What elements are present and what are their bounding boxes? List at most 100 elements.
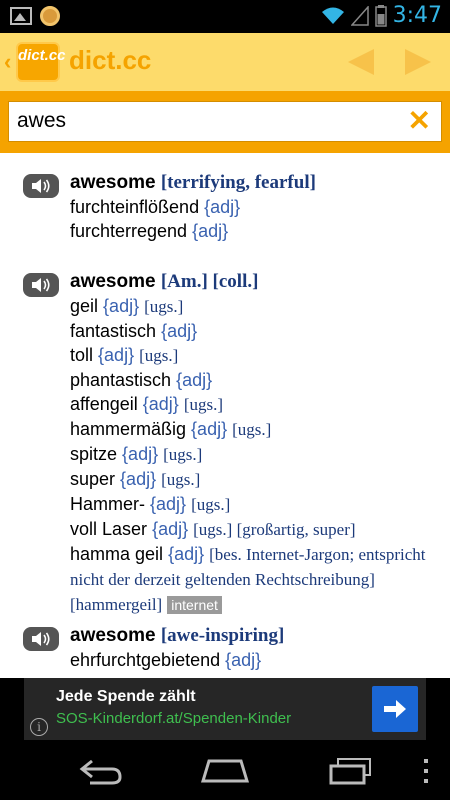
usage-note: [ugs.] [163, 445, 203, 464]
translation-word: furchteinflößend [70, 197, 200, 217]
translation-row[interactable]: geil {adj} [ugs.] [70, 294, 440, 319]
usage-note: [ugs.] [139, 346, 179, 365]
notification-icon [40, 6, 60, 26]
ad-title: Jede Spende zählt [56, 688, 196, 705]
ad-card[interactable]: Jede Spende zählt SOS-Kinderdorf.at/Spen… [24, 678, 426, 740]
speaker-button[interactable] [23, 273, 59, 297]
part-of-speech: {adj} [168, 544, 205, 564]
app-header: ‹ dict.cc dict.cc [0, 33, 450, 91]
headword-label: [Am.] [coll.] [160, 271, 259, 292]
translation-word: hamma geil [70, 544, 164, 564]
up-caret-icon[interactable]: ‹ [4, 49, 11, 75]
headword-label: [terrifying, fearful] [160, 172, 316, 193]
translation-row[interactable]: super {adj} [ugs.] [70, 467, 440, 492]
logo-text: dict.cc [18, 47, 66, 64]
translation-word: super [70, 469, 116, 489]
headword-line: awesome [awe-inspiring] [70, 624, 440, 648]
part-of-speech: {adj} [103, 296, 140, 316]
translation-row[interactable]: ehrfurchtgebietend {adj} [70, 648, 440, 672]
usage-note: [ugs.] [232, 420, 272, 439]
headword-line: awesome [terrifying, fearful] [70, 171, 440, 195]
subject-tag: internet [167, 596, 222, 614]
wifi-icon [321, 7, 344, 24]
speaker-button[interactable] [23, 627, 59, 651]
system-nav-bar [0, 740, 450, 800]
status-bar: 3:47 [0, 0, 450, 33]
search-input[interactable] [17, 109, 397, 133]
battery-icon [374, 4, 387, 27]
translation-word: furchterregend [70, 221, 188, 241]
ad-info-icon[interactable]: i [30, 718, 48, 736]
translation-word: geil [70, 296, 99, 316]
home-nav-icon[interactable] [200, 757, 250, 785]
translation-word: affengeil [70, 394, 138, 414]
part-of-speech: {adj} [98, 345, 135, 365]
app-logo[interactable]: dict.cc [16, 42, 66, 82]
translation-row[interactable]: affengeil {adj} [ugs.] [70, 392, 440, 417]
translation-word: ehrfurchtgebietend [70, 650, 221, 670]
speaker-button[interactable] [23, 174, 59, 198]
part-of-speech: {adj} [161, 321, 198, 341]
arrow-right-icon [384, 700, 406, 718]
gallery-icon [10, 7, 32, 25]
translation-word: toll [70, 345, 94, 365]
usage-note: [ugs.] [161, 470, 201, 489]
dictionary-entry[interactable]: awesome [terrifying, fearful] furchteinfl… [0, 171, 450, 243]
translation-row[interactable]: fantastisch {adj} [70, 319, 440, 343]
recent-apps-icon[interactable] [328, 757, 374, 785]
translation-word: Hammer- [70, 494, 145, 514]
next-arrow-icon[interactable] [405, 49, 431, 75]
translation-row[interactable]: phantastisch {adj} [70, 368, 440, 392]
search-bar: ✕ [0, 91, 450, 153]
translation-row[interactable]: Hammer- {adj} [ugs.] [70, 492, 440, 517]
speaker-icon [32, 179, 50, 193]
dictionary-entry[interactable]: awesome [Am.] [coll.] geil {adj} [ugs.] fa… [0, 270, 450, 617]
translation-row[interactable]: toll {adj} [ugs.] [70, 343, 440, 368]
translation-row[interactable]: furchteinflößend {adj} [70, 195, 440, 219]
ad-banner[interactable]: Jede Spende zählt SOS-Kinderdorf.at/Spen… [0, 678, 450, 740]
ad-open-button[interactable] [372, 686, 418, 732]
usage-note: [ugs.] [144, 297, 184, 316]
speaker-icon [32, 632, 50, 646]
part-of-speech: {adj} [176, 370, 213, 390]
ad-url[interactable]: SOS-Kinderdorf.at/Spenden-Kinder [56, 710, 291, 727]
part-of-speech: {adj} [152, 519, 189, 539]
signal-icon [350, 5, 369, 26]
usage-note: [ugs.] [großartig, super] [193, 520, 356, 539]
translation-row[interactable]: furchterregend {adj} [70, 219, 440, 243]
usage-note: [ugs.] [191, 495, 231, 514]
translation-word: phantastisch [70, 370, 172, 390]
translation-word: fantastisch [70, 321, 157, 341]
translation-row[interactable]: hamma geil {adj} [bes. Internet-Jargon; … [70, 542, 440, 617]
translation-row[interactable]: voll Laser {adj} [ugs.] [großartig, supe… [70, 517, 440, 542]
results-list[interactable]: awesome [terrifying, fearful] furchteinfl… [0, 153, 450, 678]
translation-row[interactable]: hammermäßig {adj} [ugs.] [70, 417, 440, 442]
part-of-speech: {adj} [122, 444, 159, 464]
translation-word: spitze [70, 444, 118, 464]
translation-row[interactable]: spitze {adj} [ugs.] [70, 442, 440, 467]
status-time: 3:47 [392, 3, 442, 28]
dictionary-entry[interactable]: awesome [awe-inspiring] ehrfurchtgebieten… [0, 624, 450, 672]
part-of-speech: {adj} [225, 650, 262, 670]
search-box: ✕ [8, 101, 442, 142]
headword: awesome [70, 625, 156, 646]
part-of-speech: {adj} [120, 469, 157, 489]
translation-word: hammermäßig [70, 419, 187, 439]
part-of-speech: {adj} [191, 419, 228, 439]
back-nav-icon[interactable] [78, 757, 124, 785]
headword: awesome [70, 172, 156, 193]
headword-line: awesome [Am.] [coll.] [70, 270, 440, 294]
speaker-icon [32, 278, 50, 292]
overflow-menu-icon[interactable] [422, 757, 430, 785]
headword-label: [awe-inspiring] [160, 625, 285, 646]
usage-note: [ugs.] [183, 395, 224, 414]
translation-word: voll Laser [70, 519, 148, 539]
previous-arrow-icon[interactable] [348, 49, 374, 75]
app-title: dict.cc [69, 45, 152, 75]
part-of-speech: {adj} [204, 197, 241, 217]
part-of-speech: {adj} [150, 494, 187, 514]
headword: awesome [70, 271, 156, 292]
part-of-speech: {adj} [142, 394, 179, 414]
part-of-speech: {adj} [192, 221, 229, 241]
clear-icon[interactable]: ✕ [408, 105, 431, 137]
